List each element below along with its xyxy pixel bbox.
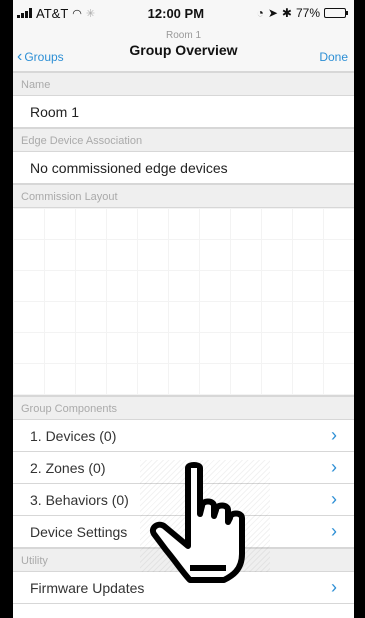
status-time: 12:00 PM <box>147 5 205 21</box>
done-button[interactable]: Done <box>319 50 348 64</box>
wifi-icon: ◠ <box>72 7 82 20</box>
list-item-label: 1. Devices (0) <box>30 427 117 444</box>
location-icon: ➤ <box>267 6 278 20</box>
status-right: ◔ ➤ ✱ 77% <box>256 6 348 20</box>
nav-subtitle: Room 1 <box>165 30 201 41</box>
status-bar: AT&T ◠ ✳ 12:00 PM ◔ ➤ ✱ 77% <box>13 0 354 26</box>
navigation-bar: ‹ Groups Room 1 Group Overview Done <box>13 26 354 72</box>
device-frame-left <box>0 0 13 618</box>
chevron-right-icon: › <box>331 577 337 597</box>
signal-icon <box>17 8 32 18</box>
nav-title-block: Room 1 Group Overview <box>13 30 354 58</box>
section-header-name: Name <box>13 72 354 96</box>
battery-label: 77% <box>295 6 320 20</box>
list-item-label: 3. Behaviors (0) <box>30 491 129 508</box>
chevron-right-icon: › <box>331 489 337 509</box>
battery-icon <box>324 8 348 18</box>
pointing-hand-icon <box>150 462 245 583</box>
section-header-commission-layout: Commission Layout <box>13 184 354 208</box>
activity-icon: ✳ <box>85 7 96 20</box>
list-item-label: Device Settings <box>30 523 128 540</box>
chevron-right-icon: › <box>331 425 337 445</box>
list-item-devices[interactable]: 1. Devices (0) › <box>13 420 354 452</box>
lock-rotation-icon: ◔ <box>256 6 264 20</box>
device-frame-right <box>354 0 365 618</box>
bluetooth-icon: ✱ <box>281 6 292 20</box>
edge-device-row[interactable]: No commissioned edge devices <box>13 152 354 184</box>
list-item-label: Firmware Updates <box>30 579 145 596</box>
section-header-group-components: Group Components <box>13 396 354 420</box>
status-left: AT&T ◠ ✳ <box>17 6 95 21</box>
carrier-label: AT&T <box>36 5 69 21</box>
page-title: Group Overview <box>129 42 238 58</box>
list-item-label: 2. Zones (0) <box>30 459 106 476</box>
section-header-edge-device: Edge Device Association <box>13 128 354 152</box>
commission-layout-grid[interactable] <box>13 208 354 396</box>
chevron-right-icon: › <box>331 457 337 477</box>
chevron-right-icon: › <box>331 521 337 541</box>
group-name-field[interactable]: Room 1 <box>13 96 354 128</box>
